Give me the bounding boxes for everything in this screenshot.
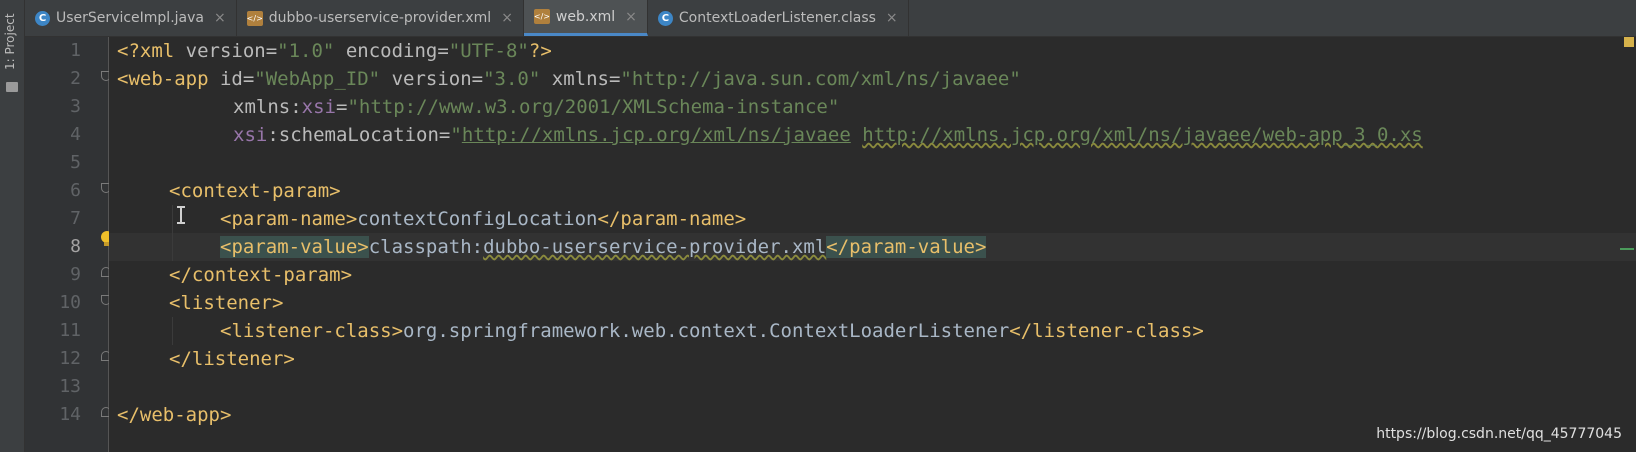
code-line-2: <web-app id="WebApp_ID" version="3.0" xm… [117,68,1021,90]
code-line-1: <?xml version="1.0" encoding="UTF-8"?> [117,40,552,62]
xml-file-icon: </> [534,9,550,24]
line-number: 11 [59,320,81,341]
tab-label: dubbo-userservice-provider.xml [268,10,492,26]
line-number: 13 [59,376,81,397]
code-line-7: <param-name>contextConfigLocation</param… [109,205,1636,233]
close-icon[interactable]: × [501,10,513,26]
line-number-gutter[interactable]: 1 2 3 4 5 6 7 8 9 10 11 12 13 14 [25,37,111,452]
line-number: 5 [70,152,81,173]
analysis-status-icon[interactable] [1624,37,1634,47]
tab-label: web.xml [555,8,616,25]
tab-dubbo-userservice-provider[interactable]: </> dubbo-userservice-provider.xml × [237,0,524,36]
tool-window-strip: 1: Project [0,0,25,452]
line-number: 1 [70,40,81,61]
line-number: 3 [70,96,81,117]
line-number: 4 [70,124,81,145]
xml-file-icon: </> [247,10,263,26]
code-line-3: xmlns:xsi="http://www.w3.org/2001/XMLSch… [233,96,840,118]
close-icon[interactable]: × [214,10,226,26]
line-number-current: 8 [70,236,81,257]
folder-icon [6,82,18,92]
code-line-6: <context-param> [169,180,341,202]
line-number: 9 [70,264,81,285]
java-class-icon: C [35,10,50,26]
project-tool-window-button[interactable]: 1: Project [3,13,17,70]
scrollbar-change-marker[interactable] [1620,248,1634,250]
tab-label: UserServiceImpl.java [56,10,204,26]
java-class-icon: C [657,10,673,26]
line-number: 12 [59,348,81,369]
code-line-11: <listener-class>org.springframework.web.… [109,317,1636,345]
line-number: 10 [59,292,81,313]
tab-userserviceimpl[interactable]: C UserServiceImpl.java × [25,0,237,36]
tab-web-xml[interactable]: </> web.xml × [523,0,648,36]
mouse-ibeam-cursor [177,206,185,224]
code-editor[interactable]: <?xml version="1.0" encoding="UTF-8"?> <… [109,37,1636,452]
line-number: 6 [70,180,81,201]
editor-tab-bar: C UserServiceImpl.java × </> dubbo-users… [25,0,1636,37]
code-line-9: </context-param> [169,264,353,286]
code-line-8-current: <param-value>classpath:dubbo-userservice… [109,233,1636,261]
code-line-10: <listener> [169,292,284,314]
code-line-4: xsi:schemaLocation="http://xmlns.jcp.org… [233,124,1423,146]
line-number: 14 [59,404,81,425]
tab-label: ContextLoaderListener.class [678,10,876,26]
code-line-12: </listener> [169,348,295,370]
line-number: 2 [70,68,81,89]
line-number: 7 [70,208,81,229]
close-icon[interactable]: × [886,10,898,26]
watermark: https://blog.csdn.net/qq_45777045 [1376,426,1622,442]
code-line-14: </web-app> [117,404,232,426]
tab-contextloaderlistener[interactable]: C ContextLoaderListener.class × [648,0,909,36]
close-icon[interactable]: × [625,9,637,25]
